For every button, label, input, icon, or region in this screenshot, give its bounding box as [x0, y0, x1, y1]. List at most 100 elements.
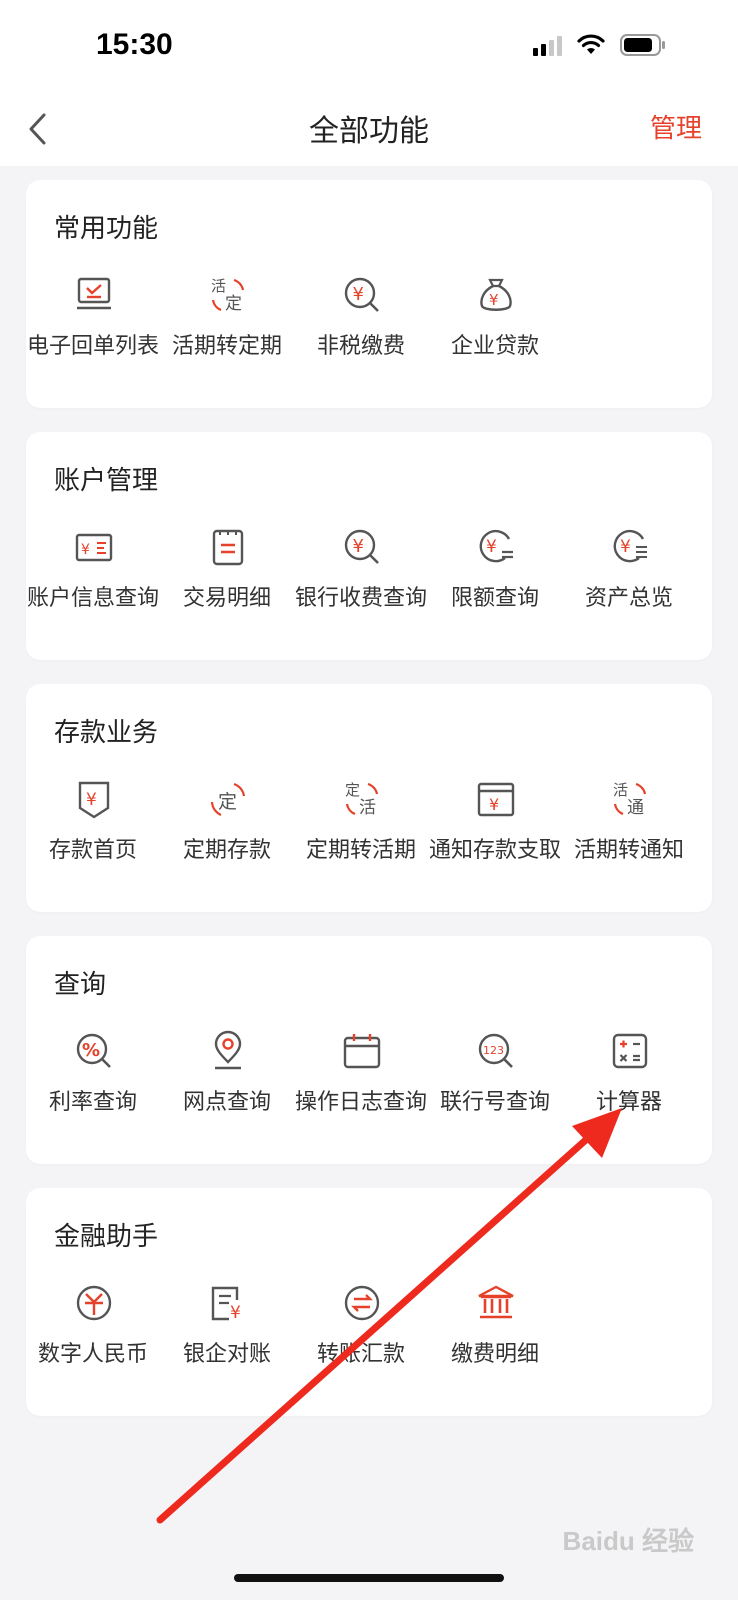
item-label: 存款首页 — [48, 838, 137, 863]
digital-rmb-icon — [73, 1282, 115, 1324]
reconciliation-icon: ¥ — [207, 1282, 249, 1324]
transfer-icon — [341, 1282, 383, 1324]
item-fixed-deposit[interactable]: 定 定期存款 — [160, 766, 294, 876]
item-label: 交易明细 — [182, 586, 271, 611]
item-label: 缴费明细 — [450, 1342, 539, 1367]
home-indicator — [234, 1574, 504, 1582]
item-transaction-details[interactable]: 交易明细 — [160, 514, 294, 624]
item-bank-fee-query[interactable]: ¥ 银行收费查询 — [294, 514, 428, 624]
item-label: 通知存款支取 — [428, 838, 561, 863]
item-current-to-notice[interactable]: 活通 活期转通知 — [562, 766, 696, 876]
section-card-account: 账户管理 ¥ 账户信息查询 交易明细 ¥ 银行收费查询 ¥ 限额查询 ¥ 资产总… — [26, 432, 712, 660]
item-label: 利率查询 — [48, 1090, 137, 1115]
svg-text:%: % — [82, 1040, 100, 1061]
item-label: 操作日志查询 — [294, 1090, 427, 1115]
item-digital-rmb[interactable]: 数字人民币 — [26, 1270, 160, 1380]
item-label: 定期存款 — [182, 838, 271, 863]
nav-bar: 全部功能 管理 — [0, 92, 738, 166]
item-electronic-receipt[interactable]: 电子回单列表 — [26, 262, 160, 372]
item-non-tax-payment[interactable]: ¥ 非税缴费 — [294, 262, 428, 372]
item-account-info[interactable]: ¥ 账户信息查询 — [26, 514, 160, 624]
calendar-icon — [341, 1030, 383, 1072]
svg-text:¥: ¥ — [230, 1303, 241, 1323]
cellular-signal-icon — [533, 34, 562, 56]
item-label: 数字人民币 — [37, 1342, 148, 1367]
bank-building-icon — [475, 1282, 517, 1324]
item-enterprise-loan[interactable]: ¥ 企业贷款 — [428, 262, 562, 372]
item-bank-enterprise-reconciliation[interactable]: ¥ 银企对账 — [160, 1270, 294, 1380]
section-card-deposit: 存款业务 ¥ 存款首页 定 定期存款 定活 定期转活期 ¥ 通知存款支取 活 通… — [26, 684, 712, 912]
status-bar: 15:30 — [0, 0, 738, 92]
page-title: 全部功能 — [309, 114, 429, 149]
item-label: 活期转通知 — [573, 838, 684, 863]
account-card-icon: ¥ — [73, 526, 115, 568]
deposit-shield-icon: ¥ — [73, 778, 115, 820]
svg-text:活: 活 — [211, 277, 226, 295]
fixed-to-current-icon: 定活 — [341, 778, 383, 820]
section-card-finance-assistant: 金融助手 数字人民币 ¥ 银企对账 转账汇款 缴费明细 — [26, 1188, 712, 1416]
status-time: 15:30 — [96, 28, 173, 61]
clipboard-list-icon — [207, 526, 249, 568]
yuan-search-icon: ¥ — [341, 274, 383, 316]
yuan-search-icon: ¥ — [341, 526, 383, 568]
section-title: 账户管理 — [54, 466, 159, 496]
section-title: 查询 — [54, 970, 107, 1000]
item-fixed-to-current[interactable]: 定活 定期转活期 — [294, 766, 428, 876]
wifi-icon — [576, 34, 606, 56]
section-title: 常用功能 — [54, 214, 159, 244]
watermark-logo: Baidu 经验 — [562, 1526, 694, 1556]
item-label: 活期转定期 — [171, 334, 282, 359]
svg-text:¥: ¥ — [489, 795, 499, 814]
item-payment-details[interactable]: 缴费明细 — [428, 1270, 562, 1380]
item-operation-log[interactable]: 操作日志查询 — [294, 1018, 428, 1128]
svg-text:123: 123 — [483, 1044, 504, 1057]
item-calculator[interactable]: 计算器 — [562, 1018, 696, 1128]
item-asset-overview[interactable]: ¥ 资产总览 — [562, 514, 696, 624]
current-to-fixed-icon: 活定 — [207, 274, 249, 316]
item-label: 企业贷款 — [450, 334, 539, 359]
item-transfer-remittance[interactable]: 转账汇款 — [294, 1270, 428, 1380]
section-card-common: 常用功能 电子回单列表 活定 活期转定期 ¥ 非税缴费 ¥ 企业贷款 — [26, 180, 712, 408]
item-current-to-fixed[interactable]: 活定 活期转定期 — [160, 262, 294, 372]
item-label: 非税缴费 — [316, 334, 405, 359]
money-bag-icon: ¥ — [475, 274, 517, 316]
status-icons — [533, 34, 666, 56]
item-label: 定期转活期 — [305, 838, 416, 863]
item-bank-number-query[interactable]: 123 联行号查询 — [428, 1018, 562, 1128]
notice-deposit-icon: ¥ — [475, 778, 517, 820]
current-to-notice-icon: 活通 — [609, 778, 651, 820]
battery-icon — [620, 34, 666, 56]
manage-button[interactable]: 管理 — [650, 108, 702, 145]
item-label: 限额查询 — [450, 586, 539, 611]
item-branch-query[interactable]: 网点查询 — [160, 1018, 294, 1128]
item-limit-query[interactable]: ¥ 限额查询 — [428, 514, 562, 624]
section-title: 金融助手 — [54, 1222, 159, 1252]
rate-search-icon: % — [73, 1030, 115, 1072]
svg-text:定: 定 — [225, 294, 242, 314]
item-label: 联行号查询 — [439, 1090, 550, 1115]
svg-text:定: 定 — [218, 791, 237, 813]
item-deposit-home[interactable]: ¥ 存款首页 — [26, 766, 160, 876]
svg-text:活: 活 — [359, 798, 376, 818]
section-title: 存款业务 — [54, 718, 159, 748]
fixed-deposit-icon: 定 — [207, 778, 249, 820]
item-label: 资产总览 — [584, 586, 673, 611]
yuan-overview-icon: ¥ — [609, 526, 651, 568]
location-pin-icon — [207, 1030, 249, 1072]
svg-text:定: 定 — [345, 781, 360, 799]
svg-text:¥: ¥ — [486, 537, 497, 557]
calculator-icon — [609, 1030, 651, 1072]
number-search-icon: 123 — [475, 1030, 517, 1072]
svg-text:¥: ¥ — [86, 790, 97, 810]
svg-text:¥: ¥ — [353, 284, 364, 305]
yuan-limit-icon: ¥ — [475, 526, 517, 568]
receipt-monitor-icon — [73, 274, 115, 316]
item-label: 账户信息查询 — [26, 586, 159, 611]
svg-text:活: 活 — [613, 781, 628, 799]
item-rate-query[interactable]: % 利率查询 — [26, 1018, 160, 1128]
item-notice-deposit-withdraw[interactable]: ¥ 通知存款支取 — [428, 766, 562, 876]
svg-text:¥: ¥ — [620, 537, 631, 557]
item-label: 银企对账 — [182, 1342, 271, 1367]
item-label: 计算器 — [595, 1090, 662, 1115]
item-label: 电子回单列表 — [26, 334, 159, 359]
